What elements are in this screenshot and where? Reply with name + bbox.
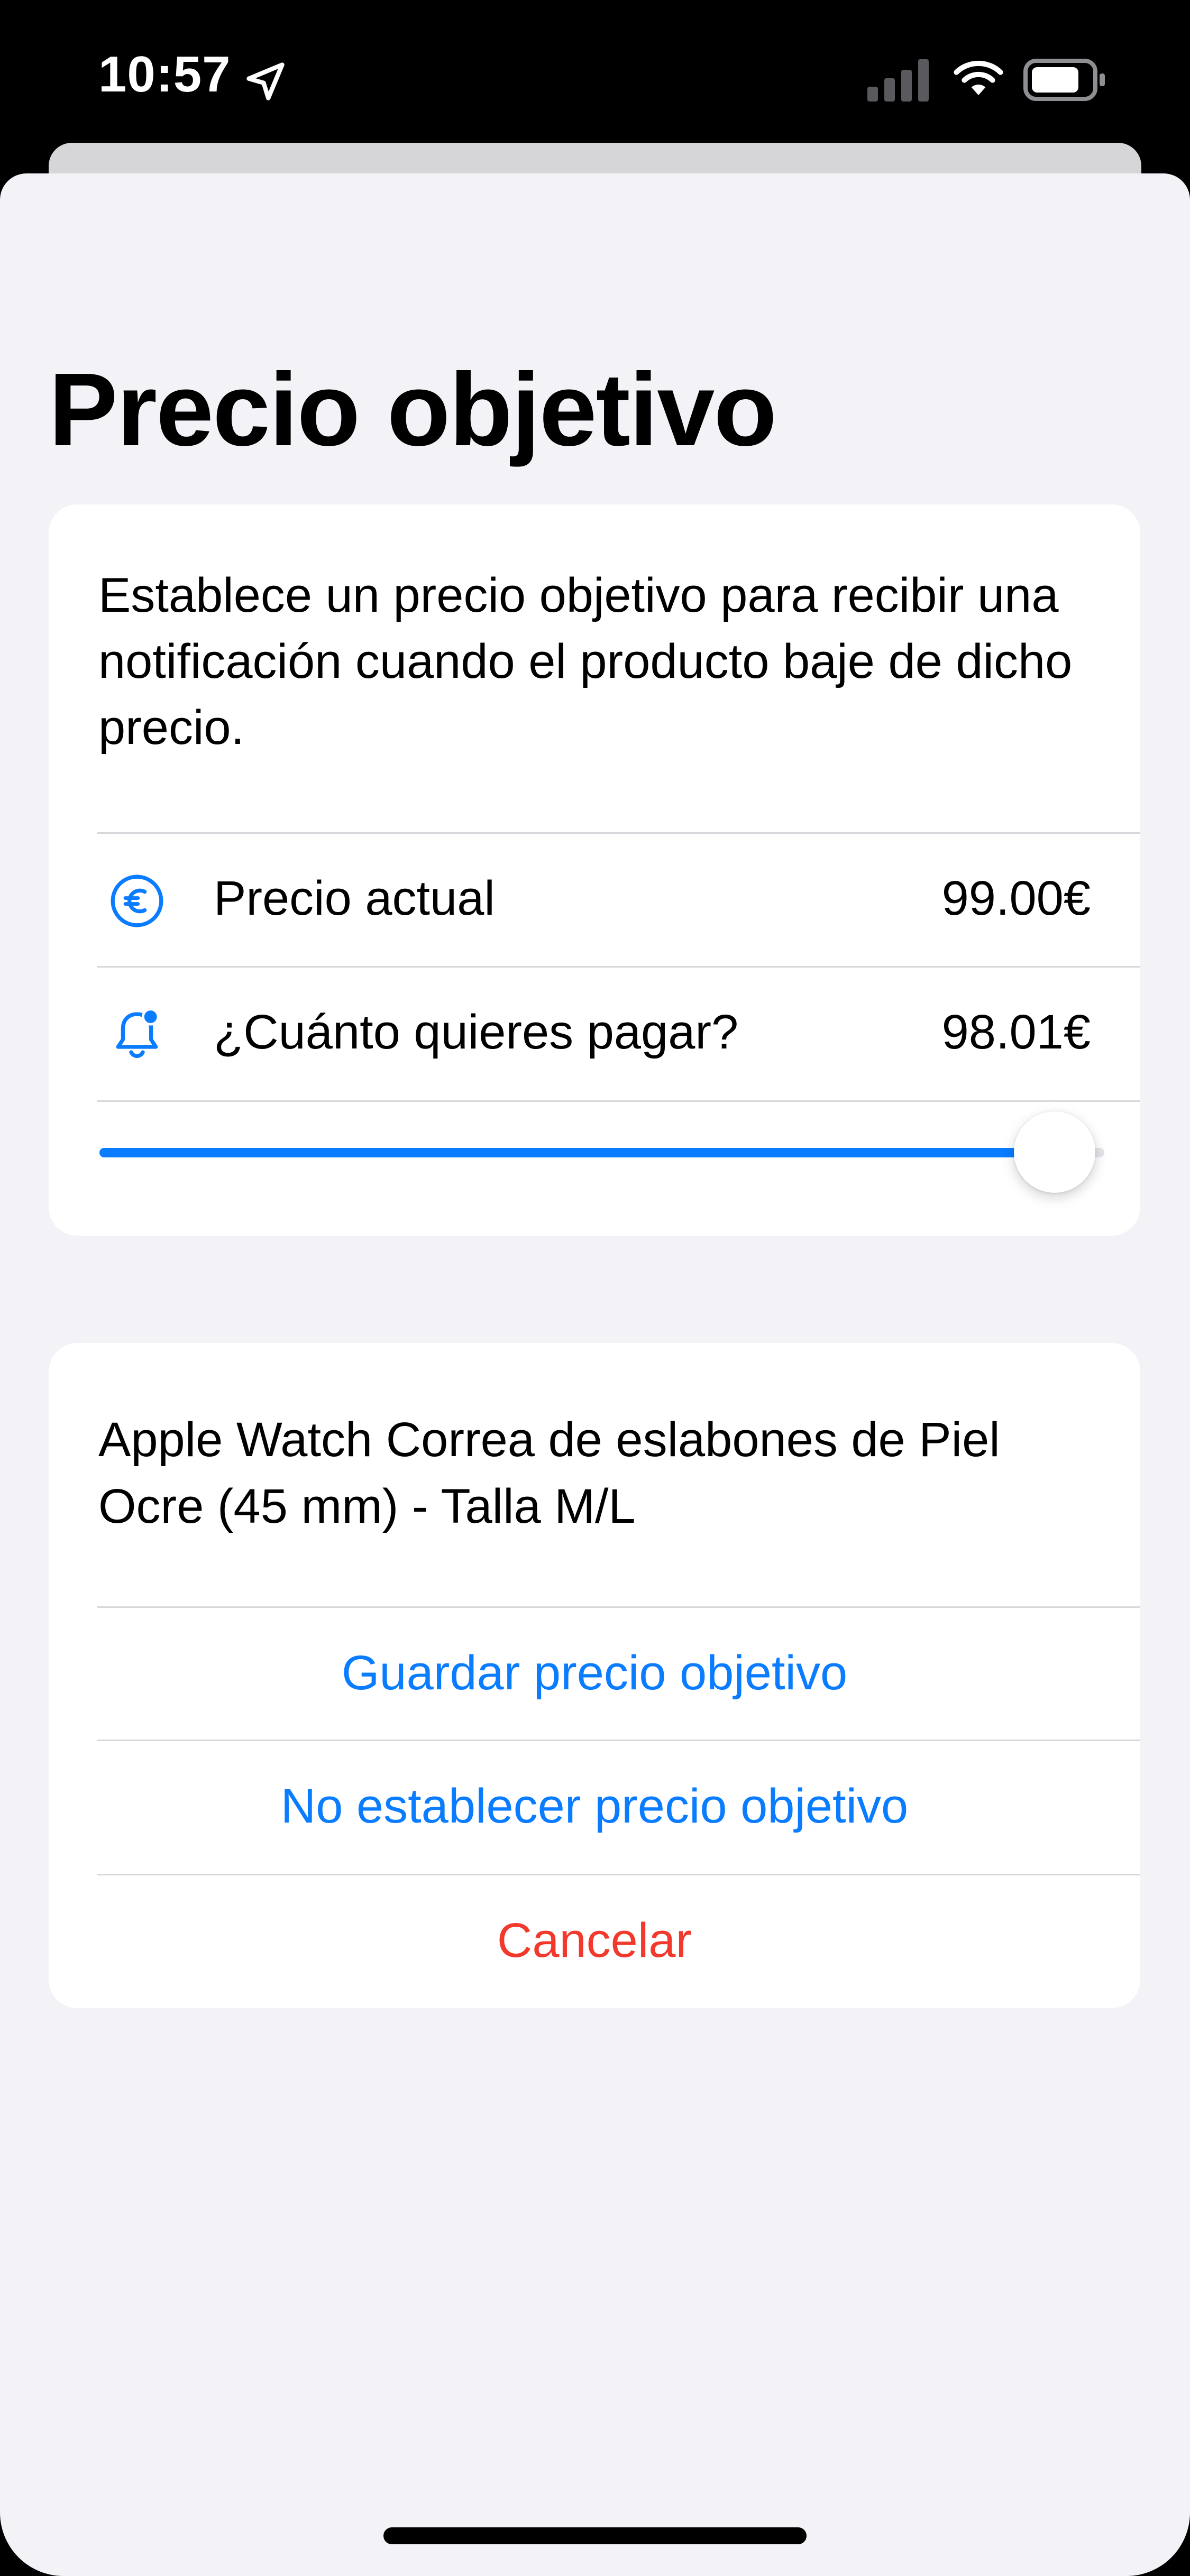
unset-target-price-button[interactable]: No establecer precio objetivo [49, 1740, 1140, 1873]
location-arrow-icon [246, 62, 285, 100]
device-screen: 10:57 Precio objetivo Establece un preci… [0, 0, 1190, 2576]
product-name: Apple Watch Correa de eslabones de Piel … [98, 1413, 1000, 1533]
desired-price-value: 98.01€ [941, 1005, 1091, 1059]
notch [275, 0, 915, 90]
current-price-label: Precio actual [214, 871, 495, 925]
bell-badge-icon [116, 1008, 160, 1058]
slider-fill [99, 1148, 1055, 1157]
description-text: Establece un precio objetivo para recibi… [98, 568, 1073, 755]
wifi-icon [954, 60, 1003, 95]
cellular-signal-icon [867, 59, 929, 102]
page-title: Precio objetivo [49, 352, 777, 467]
battery-icon [1023, 59, 1105, 101]
separator [97, 1100, 1140, 1102]
status-time: 10:57 [98, 46, 231, 103]
current-price-row: Precio actual 99.00€ [49, 832, 1140, 964]
save-target-price-button[interactable]: Guardar precio objetivo [49, 1606, 1140, 1740]
slider-thumb[interactable] [1013, 1111, 1095, 1193]
cancel-button[interactable]: Cancelar [49, 1874, 1140, 2007]
home-indicator[interactable] [383, 2527, 807, 2544]
desired-price-row: ¿Cuánto quieres pagar? 98.01€ [49, 966, 1140, 1098]
target-price-card: Establece un precio objetivo para recibi… [49, 504, 1140, 1236]
current-price-value: 99.00€ [941, 871, 1091, 925]
euro-circle-icon [111, 875, 163, 927]
product-actions-card: Apple Watch Correa de eslabones de Piel … [49, 1343, 1140, 2008]
target-price-slider[interactable] [99, 1111, 1104, 1197]
desired-price-label: ¿Cuánto quieres pagar? [214, 1005, 739, 1059]
